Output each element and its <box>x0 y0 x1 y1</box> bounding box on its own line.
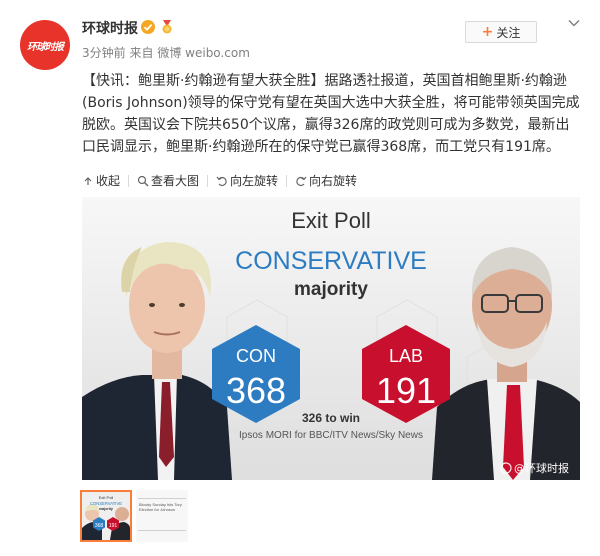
con-seats: 368 <box>226 370 286 411</box>
rotate-right-label: 向右旋转 <box>309 174 358 188</box>
thumb-party-line: CONSERVATIVE <box>90 501 122 506</box>
exit-poll-image[interactable]: Exit Poll CONSERVATIVE majority CON 368 … <box>82 197 580 480</box>
to-win-text: 326 to win <box>302 411 360 425</box>
post-meta: 3分钟前 来自 微博 weibo.com <box>82 44 250 61</box>
thumb-lab-seats: 191 <box>109 523 118 529</box>
rotate-left-label: 向左旋转 <box>230 174 279 188</box>
thumbnail-2-graphic: Bloody Sunday hits Tory Election for Joh… <box>136 490 188 542</box>
thumbnail-2[interactable]: Bloody Sunday hits Tory Election for Joh… <box>136 490 188 542</box>
collapse-icon <box>84 176 92 185</box>
avatar[interactable]: 环球时报 <box>20 20 70 70</box>
media-toolbar: 收起 查看大图 向左旋转 向右旋转 <box>82 172 357 189</box>
plus-icon: + <box>481 24 494 40</box>
from-label: 来自 <box>129 46 154 60</box>
party-line: CONSERVATIVE <box>235 247 427 275</box>
source-link[interactable]: 微博 <box>157 46 181 60</box>
post-time[interactable]: 3分钟前 <box>82 46 126 60</box>
exit-poll-graphic: Exit Poll CONSERVATIVE majority CON 368 … <box>82 197 580 480</box>
toolbar-divider <box>286 174 288 187</box>
medal-icon <box>162 20 172 34</box>
magnifier-icon <box>137 175 149 186</box>
watermark-text: @环球时报 <box>514 461 569 475</box>
account-name[interactable]: 环球时报 <box>82 18 138 38</box>
collapse-label: 收起 <box>96 174 121 188</box>
thumb-con-seats: 368 <box>95 523 104 529</box>
toolbar-divider <box>128 174 130 187</box>
post-text: 【快讯：鲍里斯·约翰逊有望大获全胜】据路透社报道，英国首相鲍里斯·约翰逊(Bor… <box>82 70 582 158</box>
thumbnail-1-graphic: Exit Poll CONSERVATIVE majority 368 191 <box>82 492 130 540</box>
avatar-logo-text: 环球时报 <box>27 41 64 53</box>
result-word: majority <box>294 279 368 300</box>
thumbnail-strip: Exit Poll CONSERVATIVE majority 368 191 … <box>80 490 188 542</box>
post-hashtag[interactable]: 【快讯：鲍里斯·约翰逊有望大获全胜】 <box>82 73 324 89</box>
chevron-down-icon[interactable] <box>567 16 581 30</box>
follow-label: 关注 <box>496 25 521 40</box>
thumb-heading: Exit Poll <box>99 495 114 500</box>
rotate-right-icon <box>296 176 307 186</box>
poll-credit: Ipsos MORI for BBC/ITV News/Sky News <box>239 430 423 441</box>
collapse-button[interactable]: 收起 <box>82 172 120 189</box>
verified-badge-icon <box>141 20 155 34</box>
view-large-button[interactable]: 查看大图 <box>137 172 199 189</box>
thumb-caption: Bloody Sunday hits Tory Election for Joh… <box>139 502 182 512</box>
thumb-result-word: majority <box>99 507 113 511</box>
rotate-left-button[interactable]: 向左旋转 <box>216 172 278 189</box>
thumbnail-1[interactable]: Exit Poll CONSERVATIVE majority 368 191 <box>80 490 132 542</box>
toolbar-divider <box>207 174 209 187</box>
lab-seats: 191 <box>376 370 436 411</box>
con-label: CON <box>236 346 276 366</box>
follow-button[interactable]: + 关注 <box>465 21 537 43</box>
exit-poll-heading: Exit Poll <box>291 208 370 233</box>
view-large-label: 查看大图 <box>151 174 200 188</box>
rotate-left-icon <box>216 176 227 186</box>
site-link[interactable]: weibo.com <box>185 46 250 60</box>
lab-label: LAB <box>389 346 423 366</box>
rotate-right-button[interactable]: 向右旋转 <box>295 172 357 189</box>
